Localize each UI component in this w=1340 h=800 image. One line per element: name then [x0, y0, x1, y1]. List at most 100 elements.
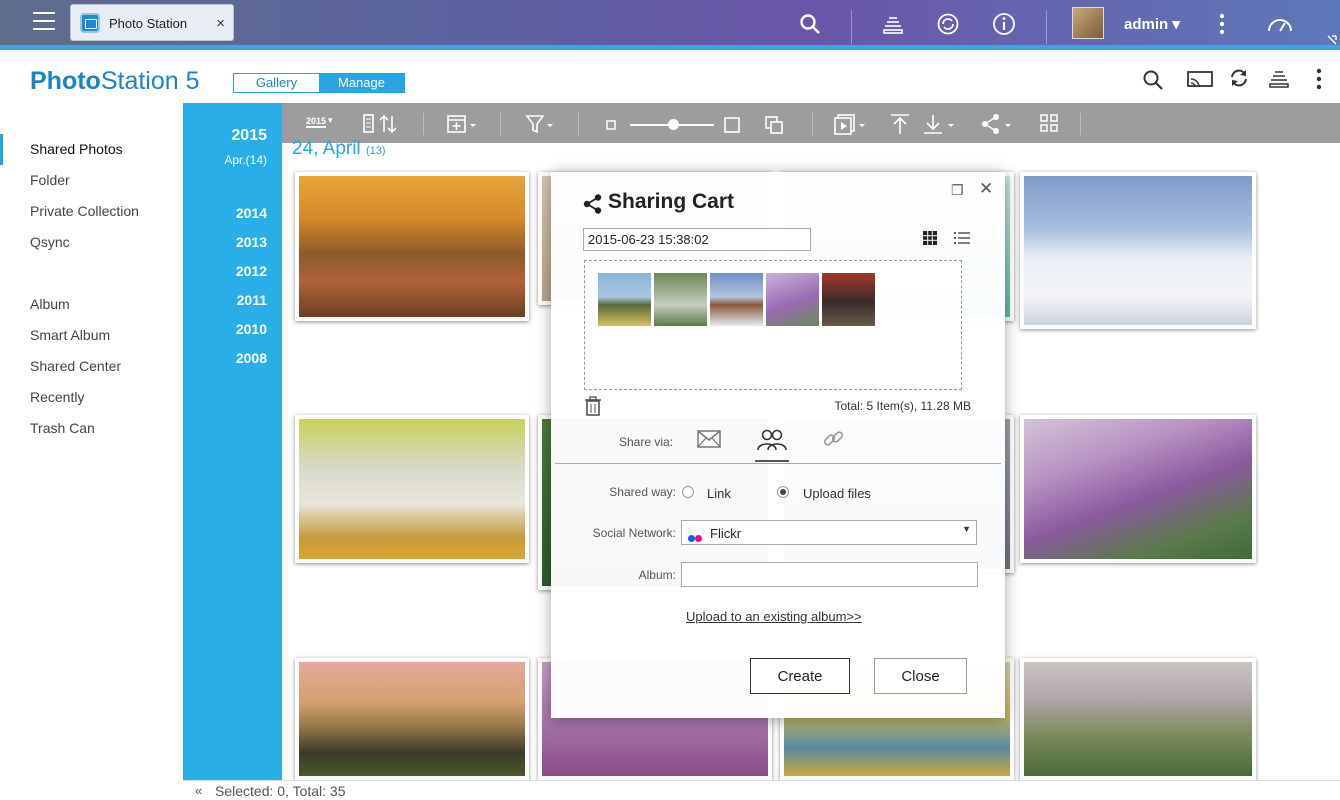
sidebar-item-qsync[interactable]: Qsync — [0, 227, 182, 258]
date-group-heading: 24, April (13) — [292, 138, 386, 160]
search-icon[interactable] — [1142, 69, 1164, 91]
timeline: 2015 Apr.(14) 2014 2013 2012 2011 2010 2… — [183, 103, 282, 780]
add-to-album-icon[interactable] — [445, 113, 481, 135]
search-icon[interactable] — [799, 13, 821, 35]
close-icon[interactable]: ✕ — [979, 179, 993, 199]
thumbnail-size-slider-handle[interactable] — [668, 119, 679, 130]
timeline-year-filter-button[interactable]: 2015 — [306, 116, 327, 128]
upload-existing-album-link[interactable]: Upload to an existing album>> — [686, 609, 862, 624]
flickr-icon — [688, 529, 702, 547]
timeline-year-current[interactable]: 2015 — [231, 127, 267, 145]
photo-thumbnail[interactable] — [295, 658, 529, 780]
social-network-icon[interactable] — [756, 429, 788, 451]
cart-items-area — [584, 260, 962, 390]
sidebar-item-recently[interactable]: Recently — [0, 382, 182, 413]
shared-way-upload-label[interactable]: Upload files — [803, 486, 871, 501]
sidebar-item-folder[interactable]: Folder — [0, 165, 182, 196]
cart-thumbnail[interactable] — [597, 272, 652, 327]
trash-icon[interactable] — [584, 396, 602, 416]
photo-thumbnail[interactable] — [1020, 172, 1256, 329]
timeline-month[interactable]: Apr.(14) — [224, 153, 267, 167]
chevron-down-icon[interactable]: ▾ — [328, 115, 333, 126]
cart-thumbnail[interactable] — [653, 272, 708, 327]
photo-thumbnail[interactable] — [1020, 415, 1256, 563]
divider — [1046, 10, 1047, 44]
resource-monitor-icon[interactable] — [1266, 13, 1294, 35]
cart-thumbnail[interactable] — [765, 272, 820, 327]
sidebar-item-album[interactable]: Album — [0, 289, 182, 320]
shared-way-link-label[interactable]: Link — [707, 486, 731, 501]
left-sidebar: Shared Photos Folder Private Collection … — [0, 134, 182, 444]
info-icon[interactable] — [992, 12, 1016, 36]
user-menu[interactable]: admin ▾ — [1124, 15, 1180, 33]
sidebar-item-shared-photos[interactable]: Shared Photos — [0, 134, 182, 165]
username-label: admin — [1124, 16, 1169, 33]
create-button[interactable]: Create — [750, 658, 850, 694]
timeline-year[interactable]: 2014 — [236, 205, 267, 221]
cart-name-input[interactable] — [583, 228, 811, 251]
avatar[interactable] — [1072, 7, 1104, 39]
shared-way-link-radio[interactable] — [682, 486, 694, 498]
album-input[interactable] — [681, 562, 978, 587]
social-network-select[interactable]: Flickr ▼ — [681, 520, 977, 545]
link-icon[interactable] — [823, 428, 845, 450]
small-thumbnail-icon[interactable] — [606, 120, 616, 130]
close-tab-icon[interactable]: × — [216, 15, 225, 32]
photo-thumbnail[interactable] — [295, 172, 529, 321]
restore-window-icon[interactable]: ❐ — [951, 182, 964, 199]
background-tasks-icon[interactable] — [1268, 67, 1290, 89]
share-icon[interactable] — [980, 113, 1016, 135]
gallery-mode-button[interactable]: Gallery — [234, 74, 319, 92]
cart-thumbnail[interactable] — [709, 272, 764, 327]
grid-view-icon[interactable] — [922, 230, 938, 246]
photo-thumbnail[interactable] — [1020, 658, 1256, 780]
list-view-icon[interactable] — [953, 230, 971, 246]
social-network-label: Social Network: — [592, 526, 676, 540]
more-options-icon[interactable] — [1219, 13, 1225, 35]
cart-total: Total: 5 Item(s), 11.28 MB — [834, 399, 972, 413]
more-options-icon[interactable] — [1316, 68, 1322, 90]
app-tab-photo-station[interactable]: Photo Station × — [70, 4, 234, 41]
background-tasks-icon[interactable] — [881, 12, 905, 36]
chevron-down-icon: ▾ — [1172, 16, 1180, 33]
sidebar-item-shared-center[interactable]: Shared Center — [0, 351, 182, 382]
timeline-year[interactable]: 2008 — [236, 350, 267, 366]
download-icon[interactable] — [922, 113, 958, 135]
manage-mode-button[interactable]: Manage — [319, 74, 404, 92]
photo-thumbnail[interactable] — [295, 415, 529, 563]
main-menu-icon[interactable] — [33, 12, 55, 30]
sidebar-item-private-collection[interactable]: Private Collection — [0, 196, 182, 227]
sidebar-item-trash-can[interactable]: Trash Can — [0, 413, 182, 444]
resize-corner-icon[interactable] — [1326, 34, 1338, 46]
multi-window-icon[interactable] — [764, 115, 784, 135]
divider — [500, 113, 501, 135]
timeline-year[interactable]: 2010 — [236, 321, 267, 337]
date-count: (13) — [365, 145, 386, 157]
slideshow-icon[interactable] — [832, 113, 868, 135]
email-icon[interactable] — [697, 430, 721, 448]
sidebar-item-smart-album[interactable]: Smart Album — [0, 320, 182, 351]
app-title-suffix: Station 5 — [100, 67, 200, 95]
divider — [812, 113, 813, 135]
sort-icon[interactable] — [362, 113, 398, 135]
shared-way-upload-radio[interactable] — [777, 486, 789, 498]
share-via-label: Share via: — [619, 435, 674, 449]
timeline-year[interactable]: 2012 — [236, 263, 267, 279]
streaming-icon[interactable] — [1187, 71, 1213, 89]
cart-thumbnail[interactable] — [821, 272, 876, 327]
close-button[interactable]: Close — [874, 658, 967, 694]
selection-status: Selected: 0, Total: 35 — [215, 783, 346, 799]
timeline-year[interactable]: 2011 — [237, 292, 267, 308]
large-thumbnail-icon[interactable] — [724, 117, 740, 133]
filter-icon[interactable] — [525, 113, 555, 135]
timeline-year[interactable]: 2013 — [236, 234, 267, 250]
refresh-icon[interactable] — [1229, 68, 1249, 88]
app-tab-label: Photo Station — [109, 16, 188, 31]
external-devices-icon[interactable] — [936, 12, 960, 36]
upload-icon[interactable] — [889, 113, 911, 135]
system-top-bar: Photo Station × admin ▾ — [0, 0, 1340, 50]
collapse-sidebar-icon[interactable]: « — [195, 783, 202, 798]
sharing-cart-grid-icon[interactable] — [1039, 113, 1059, 133]
status-bar: « Selected: 0, Total: 35 — [183, 780, 1340, 800]
